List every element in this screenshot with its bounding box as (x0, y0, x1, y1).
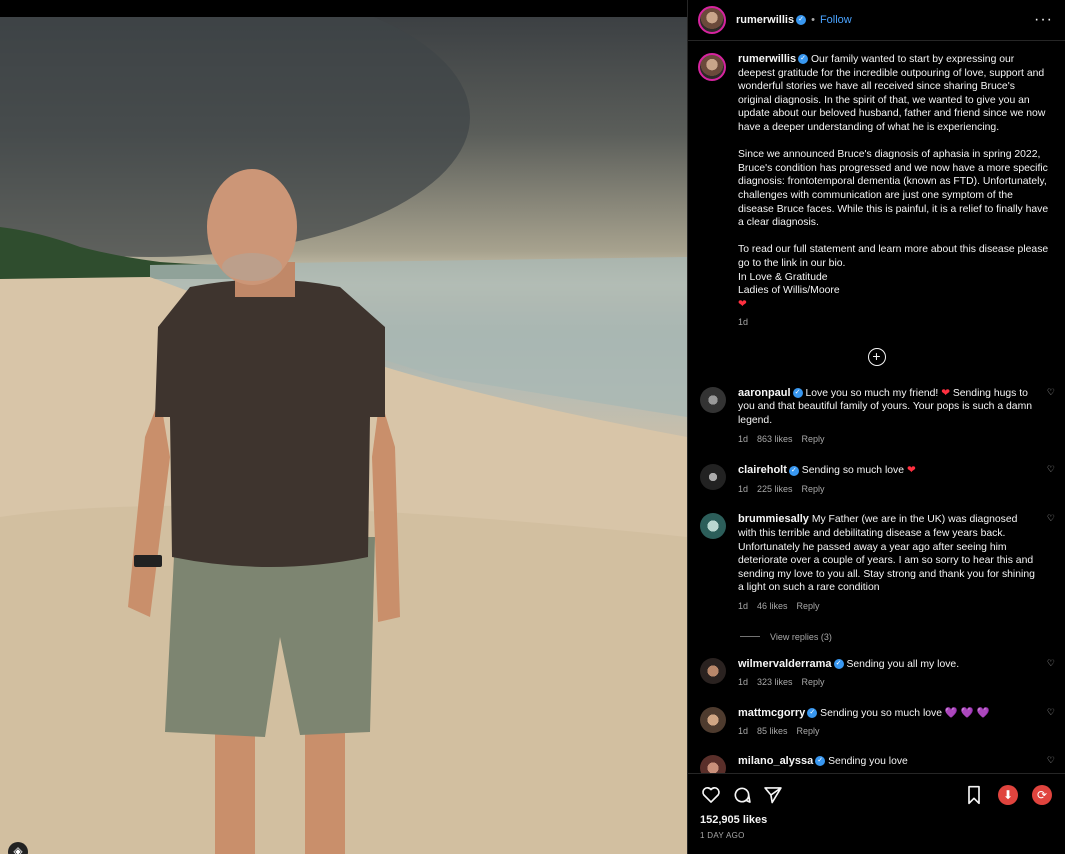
author-username[interactable]: rumerwillis (736, 14, 794, 26)
comment-text: Love you so much my friend! (805, 387, 939, 399)
commenter-avatar[interactable] (700, 657, 726, 684)
bookmark-icon[interactable] (963, 784, 985, 806)
caption-paragraph-3: To read our full statement and learn mor… (738, 244, 1049, 297)
comment-icon[interactable] (731, 784, 753, 806)
reply-button[interactable]: Reply (802, 484, 825, 494)
caption-paragraph-1: rumerwillis ✓ Our family wanted to start … (738, 53, 1046, 133)
comments-scroll-area[interactable]: rumerwillis ✓ Our family wanted to start … (688, 41, 1065, 773)
refresh-icon[interactable]: ⟳ (1031, 784, 1053, 806)
verified-badge-icon: ✓ (792, 388, 803, 399)
comment-like-heart-icon[interactable]: ♡ (1047, 387, 1055, 398)
comment-item: aaronpaul ✓ Love you so much my friend! ❤… (688, 386, 1065, 446)
verified-badge-icon: ✓ (815, 756, 826, 767)
post-footer: ⬇ ⟳ 152,905 likes 1 DAY AGO (688, 773, 1065, 854)
comment-time[interactable]: 1d (738, 434, 748, 444)
post-time-ago[interactable]: 1 DAY AGO (700, 831, 1053, 840)
caption-author-avatar[interactable] (698, 53, 726, 81)
heart-emoji: ❤ (941, 387, 950, 399)
comment-text: Sending you all my love. (846, 658, 960, 670)
commenter-username[interactable]: wilmervalderrama (738, 658, 832, 670)
commenter-avatar[interactable] (700, 386, 726, 413)
comment-likes[interactable]: 46 likes (757, 601, 788, 611)
comment-likes[interactable]: 225 likes (757, 484, 793, 494)
follow-button[interactable]: Follow (820, 14, 852, 26)
comment-like-heart-icon[interactable]: ♡ (1047, 464, 1055, 475)
commenter-username[interactable]: claireholt (738, 464, 787, 476)
caption-username[interactable]: rumerwillis (738, 53, 796, 65)
comment-likes[interactable]: 863 likes (757, 434, 793, 444)
commenter-username[interactable]: brummiesally (738, 513, 809, 525)
view-replies-button[interactable]: View replies (3) (740, 632, 1065, 642)
comment-like-heart-icon[interactable]: ♡ (1047, 707, 1055, 718)
heart-icon[interactable] (700, 784, 722, 806)
comment-time[interactable]: 1d (738, 601, 748, 611)
comment-item: mattmcgorry ✓ Sending you so much love 💜 … (688, 706, 1065, 739)
comment-time[interactable]: 1d (738, 677, 748, 687)
caption-timestamp[interactable]: 1d (738, 316, 1049, 330)
comment-time[interactable]: 1d (738, 484, 748, 494)
commenter-avatar[interactable] (700, 513, 726, 540)
like-count[interactable]: 152,905 likes (700, 814, 1053, 826)
comment-text: Sending so much love (801, 465, 905, 477)
comment-like-heart-icon[interactable]: ♡ (1047, 755, 1055, 766)
comment-item: brummiesally My Father (we are in the UK… (688, 513, 1065, 613)
comment-like-heart-icon[interactable]: ♡ (1047, 658, 1055, 669)
comment-item: milano_alyssa ✓ Sending you love ♡ (688, 754, 1065, 773)
commenter-username[interactable]: aaronpaul (738, 387, 791, 399)
verified-badge-icon: ✓ (807, 708, 818, 719)
reply-button[interactable]: Reply (797, 601, 820, 611)
commenter-avatar[interactable] (700, 464, 726, 491)
beach-scene (0, 17, 687, 854)
reply-button[interactable]: Reply (797, 726, 820, 736)
verified-badge-icon: ✓ (796, 15, 807, 25)
commenter-avatar[interactable] (700, 706, 726, 733)
reply-button[interactable]: Reply (802, 434, 825, 444)
purple-heart-emojis: 💜 💜 💜 (944, 707, 990, 719)
heart-emoji: ❤ (906, 465, 916, 477)
caption-paragraph-2: Since we announced Bruce's diagnosis of … (738, 149, 1049, 229)
verified-badge-icon: ✓ (798, 54, 809, 65)
commenter-username[interactable]: mattmcgorry (738, 707, 805, 719)
paper-plane-icon[interactable] (762, 784, 784, 806)
comment-time[interactable]: 1d (738, 726, 748, 736)
comment-text: Sending you so much love (820, 707, 943, 719)
post-side-panel: rumerwillis ✓ • Follow ··· rumerwillis ✓ … (687, 0, 1065, 854)
comment-likes[interactable]: 85 likes (757, 726, 788, 736)
load-more-comments-plus-circle-icon[interactable]: + (867, 347, 886, 366)
comment-text: My Father (we are in the UK) was diagnos… (738, 514, 1035, 594)
comment-item: claireholt ✓ Sending so much love ❤ 1d 225… (688, 464, 1065, 496)
comment-text: Sending you love (828, 755, 908, 767)
post-caption: rumerwillis ✓ Our family wanted to start … (688, 41, 1065, 330)
action-bar: ⬇ ⟳ (700, 784, 1053, 806)
comment-like-heart-icon[interactable]: ♡ (1047, 513, 1055, 524)
verified-badge-icon: ✓ (833, 658, 844, 669)
separator-dot: • (811, 14, 815, 26)
post-header: rumerwillis ✓ • Follow ··· (688, 0, 1065, 41)
commenter-avatar[interactable] (700, 754, 726, 773)
heart-emoji: ❤ (738, 298, 747, 310)
comment-likes[interactable]: 323 likes (757, 677, 793, 687)
reply-button[interactable]: Reply (802, 677, 825, 687)
commenter-username[interactable]: milano_alyssa (738, 755, 813, 767)
more-options-icon[interactable]: ··· (1034, 11, 1053, 29)
author-avatar[interactable] (698, 6, 726, 34)
post-photo[interactable]: ◈ (0, 17, 687, 854)
download-icon[interactable]: ⬇ (997, 784, 1019, 806)
comment-item: wilmervalderrama ✓ Sending you all my lov… (688, 657, 1065, 690)
verified-badge-icon: ✓ (788, 465, 799, 476)
